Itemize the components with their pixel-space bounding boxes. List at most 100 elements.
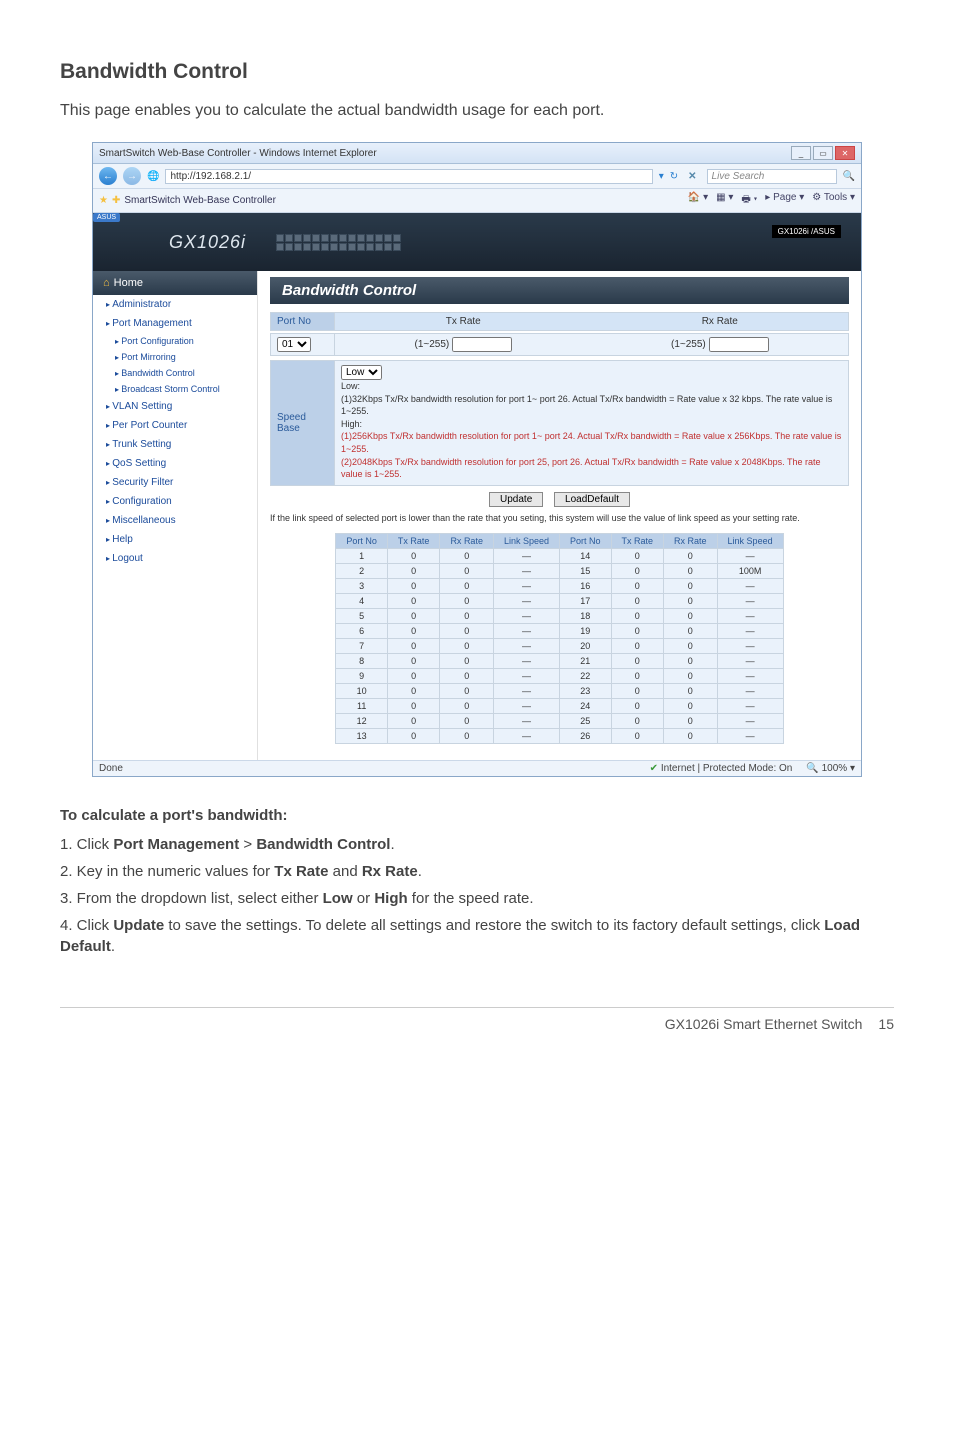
table-cell: 13 xyxy=(336,728,388,743)
sidebar-item-administrator[interactable]: Administrator xyxy=(93,295,257,314)
speed-base-select[interactable]: Low xyxy=(341,365,382,380)
sidebar-item-bandwidth-control[interactable]: Bandwidth Control xyxy=(93,365,257,381)
zoom-level[interactable]: 🔍 100% ▾ xyxy=(806,763,855,774)
table-cell: 17 xyxy=(560,593,612,608)
table-header: Tx Rate xyxy=(387,533,440,548)
close-button[interactable]: ✕ xyxy=(835,146,855,160)
table-cell: 0 xyxy=(387,713,440,728)
sidebar-home[interactable]: ⌂ Home xyxy=(93,271,257,295)
table-cell: 0 xyxy=(440,623,494,638)
table-header: Tx Rate xyxy=(611,533,664,548)
sidebar-item-miscellaneous[interactable]: Miscellaneous xyxy=(93,511,257,530)
sidebar-item-broadcast-storm-control[interactable]: Broadcast Storm Control xyxy=(93,381,257,397)
table-cell: — xyxy=(717,608,783,623)
page-tab[interactable]: SmartSwitch Web-Base Controller xyxy=(124,195,276,206)
sidebar-item-trunk-setting[interactable]: Trunk Setting xyxy=(93,435,257,454)
refresh-icon[interactable]: ↻ xyxy=(670,171,678,182)
step-4: 4. Click Update to save the settings. To… xyxy=(60,915,894,957)
table-cell: — xyxy=(493,728,559,743)
sidebar-item-port-mirroring[interactable]: Port Mirroring xyxy=(93,349,257,365)
table-cell: 20 xyxy=(560,638,612,653)
update-button[interactable]: Update xyxy=(489,492,543,507)
table-cell: 0 xyxy=(387,653,440,668)
table-cell: 6 xyxy=(336,623,388,638)
table-cell: 1 xyxy=(336,548,388,563)
table-row: 400—1700— xyxy=(336,593,783,608)
sidebar-item-configuration[interactable]: Configuration xyxy=(93,492,257,511)
table-cell: 9 xyxy=(336,668,388,683)
search-input[interactable]: Live Search xyxy=(707,169,837,184)
add-favorite-icon[interactable]: ✚ xyxy=(112,195,120,206)
search-provider-icon[interactable]: ✕ xyxy=(684,171,700,182)
feeds-icon[interactable]: ▦ ▾ xyxy=(716,192,733,209)
table-cell: 0 xyxy=(611,638,664,653)
table-cell: — xyxy=(493,593,559,608)
sidebar-item-qos-setting[interactable]: QoS Setting xyxy=(93,454,257,473)
minimize-button[interactable]: _ xyxy=(791,146,811,160)
port-select[interactable]: 01 xyxy=(277,337,311,352)
sidebar-item-vlan-setting[interactable]: VLAN Setting xyxy=(93,397,257,416)
table-cell: 0 xyxy=(440,653,494,668)
table-cell: — xyxy=(493,668,559,683)
rx-rate-input[interactable] xyxy=(709,337,769,352)
maximize-button[interactable]: ▭ xyxy=(813,146,833,160)
table-cell: — xyxy=(717,683,783,698)
status-done: Done xyxy=(99,763,123,774)
table-cell: 0 xyxy=(440,728,494,743)
table-cell: 0 xyxy=(611,698,664,713)
table-cell: 0 xyxy=(387,683,440,698)
table-cell: 0 xyxy=(440,608,494,623)
table-cell: 21 xyxy=(560,653,612,668)
dropdown-icon[interactable]: ▾ xyxy=(659,171,664,182)
search-go-icon[interactable]: 🔍 xyxy=(843,171,855,182)
table-cell: 0 xyxy=(611,608,664,623)
table-cell: — xyxy=(717,548,783,563)
table-cell: 24 xyxy=(560,698,612,713)
address-input[interactable]: http://192.168.2.1/ xyxy=(165,169,652,184)
sidebar-item-per-port-counter[interactable]: Per Port Counter xyxy=(93,416,257,435)
page-intro: This page enables you to calculate the a… xyxy=(60,102,894,120)
table-cell: 14 xyxy=(560,548,612,563)
back-button[interactable]: ← xyxy=(99,167,117,185)
table-cell: 2 xyxy=(336,563,388,578)
header-port-no: Port No xyxy=(271,313,335,330)
table-cell: 0 xyxy=(440,713,494,728)
page-menu[interactable]: ▸ Page ▾ xyxy=(765,192,804,209)
header-tx-rate: Tx Rate xyxy=(335,313,592,330)
load-default-button[interactable]: LoadDefault xyxy=(554,492,630,507)
header-rx-rate: Rx Rate xyxy=(592,313,849,330)
tx-rate-input[interactable] xyxy=(452,337,512,352)
print-icon[interactable]: 🖶 ▾ xyxy=(741,192,757,209)
table-header: Port No xyxy=(560,533,612,548)
table-row: 1300—2600— xyxy=(336,728,783,743)
table-cell: — xyxy=(717,578,783,593)
sidebar-item-help[interactable]: Help xyxy=(93,530,257,549)
sidebar-item-logout[interactable]: Logout xyxy=(93,549,257,568)
forward-button[interactable]: → xyxy=(123,167,141,185)
page-title: Bandwidth Control xyxy=(60,60,894,84)
favorites-star-icon[interactable]: ★ xyxy=(99,195,108,206)
table-cell: 18 xyxy=(560,608,612,623)
table-cell: — xyxy=(493,578,559,593)
table-cell: 0 xyxy=(611,728,664,743)
sidebar-item-port-management[interactable]: Port Management xyxy=(93,314,257,333)
home-toolbar-icon[interactable]: 🏠 ▾ xyxy=(688,192,708,209)
table-cell: 0 xyxy=(664,578,718,593)
sidebar-item-port-configuration[interactable]: Port Configuration xyxy=(93,333,257,349)
table-cell: 0 xyxy=(440,683,494,698)
table-cell: 0 xyxy=(611,578,664,593)
table-cell: 0 xyxy=(611,668,664,683)
tools-menu[interactable]: ⚙ Tools ▾ xyxy=(812,192,855,209)
url-scheme-icon: 🌐 xyxy=(147,171,159,182)
favorites-bar: ★ ✚ SmartSwitch Web-Base Controller 🏠 ▾ … xyxy=(93,189,861,213)
model-tag: GX1026i /ASUS xyxy=(772,225,841,238)
table-cell: — xyxy=(717,623,783,638)
table-cell: — xyxy=(493,638,559,653)
speed-high-text1: (1)256Kbps Tx/Rx bandwidth resolution fo… xyxy=(341,431,841,454)
table-row: 800—2100— xyxy=(336,653,783,668)
table-cell: 0 xyxy=(387,668,440,683)
sidebar-item-security-filter[interactable]: Security Filter xyxy=(93,473,257,492)
note-text: If the link speed of selected port is lo… xyxy=(270,513,849,523)
product-banner: ASUS GX1026i /* decorative */ GX1026i /A… xyxy=(93,213,861,271)
sidebar: ⌂ Home AdministratorPort ManagementPort … xyxy=(93,271,258,760)
